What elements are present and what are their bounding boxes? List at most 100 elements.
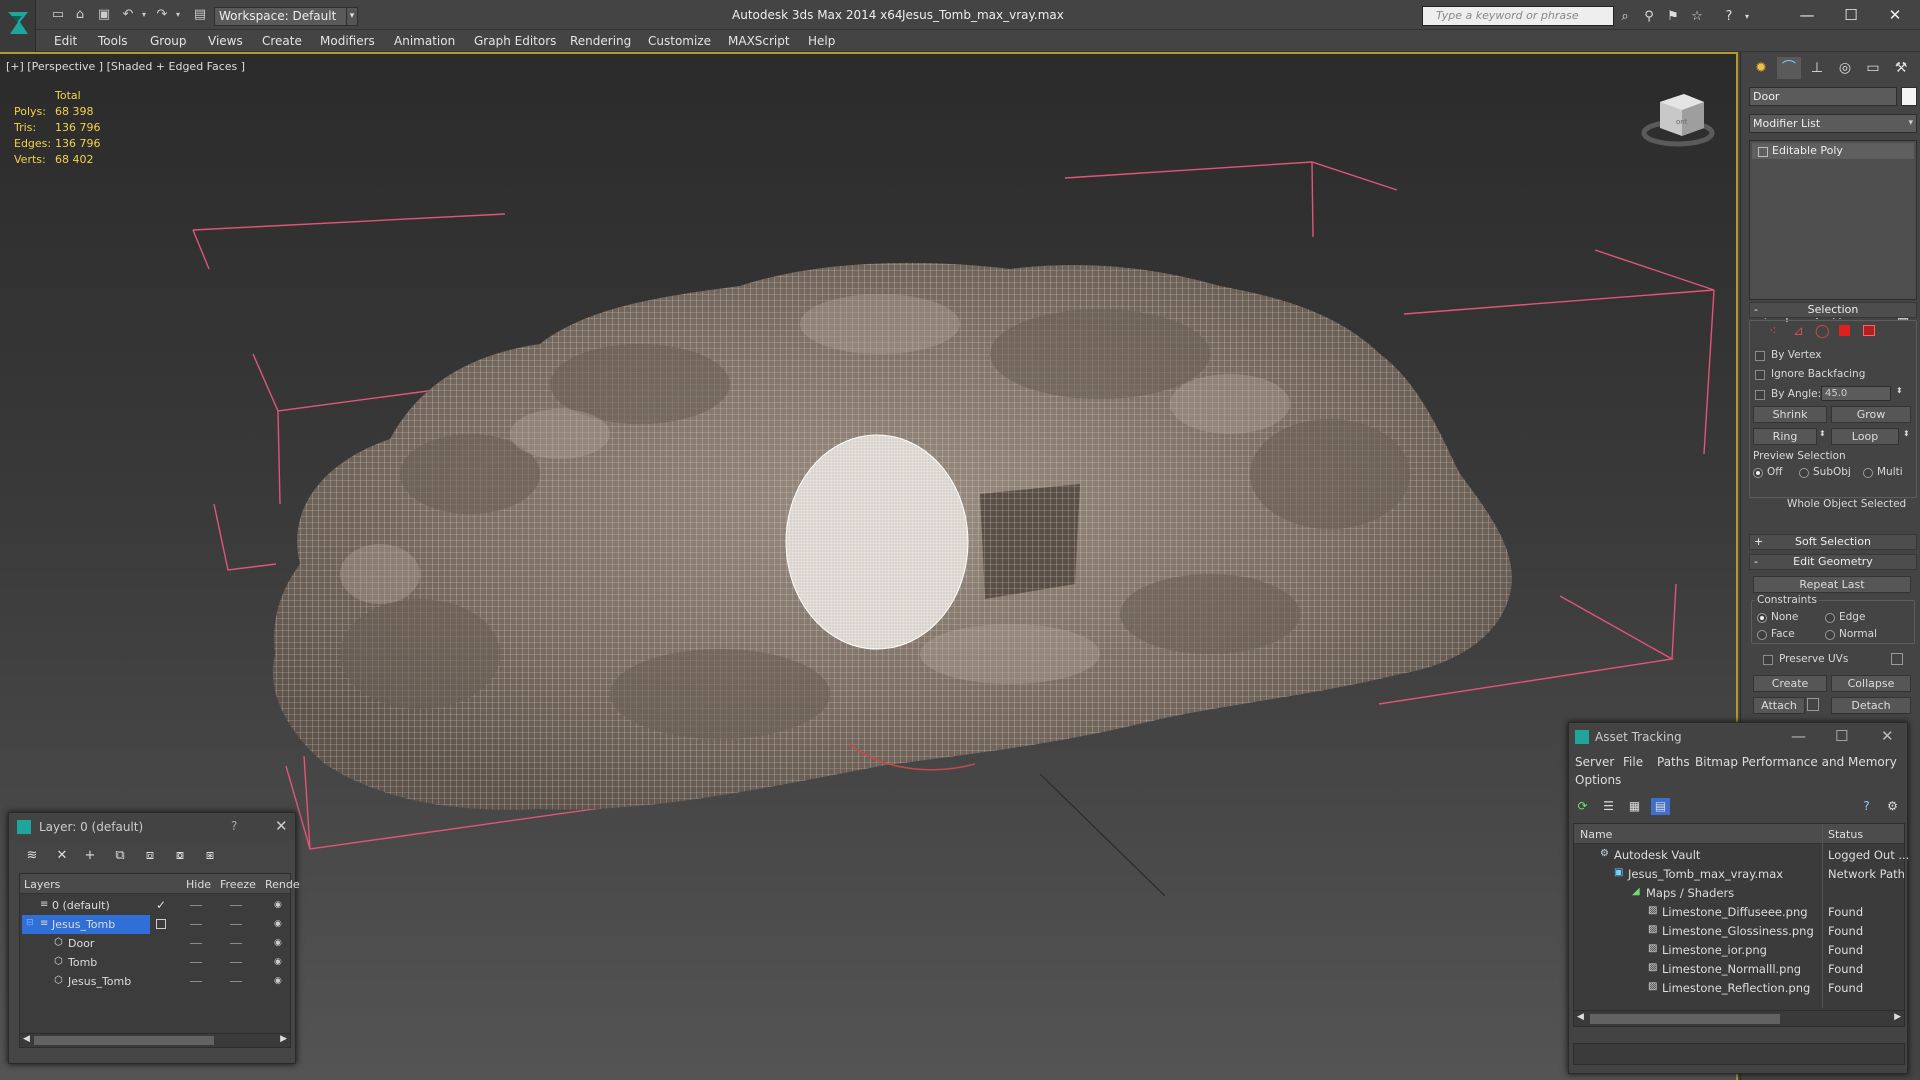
soft-selection-rollout-header[interactable]: + Soft Selection bbox=[1749, 534, 1917, 550]
scroll-thumb[interactable] bbox=[34, 1036, 214, 1045]
asset-menu-file[interactable]: File bbox=[1623, 755, 1643, 769]
viewport-label[interactable]: [+] [Perspective ] [Shaded + Edged Faces… bbox=[6, 60, 245, 73]
polygon-mode-icon[interactable] bbox=[1839, 325, 1850, 336]
redo-icon[interactable]: ↷ bbox=[154, 8, 170, 22]
quick-access-dropdown-icon[interactable]: ▾ bbox=[346, 7, 358, 26]
freeze-toggle[interactable] bbox=[230, 924, 242, 925]
subscription-center-icon[interactable]: ⚲ bbox=[1640, 9, 1658, 25]
freeze-toggle[interactable] bbox=[230, 962, 242, 963]
border-mode-icon[interactable]: ◯ bbox=[1815, 324, 1830, 339]
new-file-icon[interactable]: ▭ bbox=[50, 8, 66, 22]
freeze-toggle[interactable] bbox=[230, 981, 242, 982]
render-teapot-icon[interactable]: ◉ bbox=[274, 976, 282, 986]
grow-button[interactable]: Grow bbox=[1831, 406, 1911, 423]
refresh-icon[interactable]: ⟳ bbox=[1573, 798, 1592, 815]
col-name[interactable]: Name bbox=[1580, 828, 1612, 841]
asset-menu-paths[interactable]: Paths bbox=[1657, 755, 1690, 769]
angle-spinner[interactable]: 45.0 bbox=[1821, 386, 1891, 401]
menu-rendering[interactable]: Rendering bbox=[570, 34, 631, 48]
loop-button[interactable]: Loop bbox=[1831, 428, 1899, 445]
hide-toggle[interactable] bbox=[190, 981, 202, 982]
stack-item-editable-poly[interactable]: Editable Poly bbox=[1752, 143, 1914, 159]
hide-toggle[interactable] bbox=[190, 924, 202, 925]
help-icon[interactable]: ? bbox=[1720, 9, 1738, 25]
add-selected-to-layer-icon[interactable]: ⧉ bbox=[111, 847, 129, 865]
menu-tools[interactable]: Tools bbox=[98, 34, 128, 48]
table-view-icon[interactable]: ▤ bbox=[1651, 798, 1670, 815]
menu-views[interactable]: Views bbox=[208, 34, 243, 48]
layer-row[interactable]: ≡ 0 (default) ✓ ◉ bbox=[20, 896, 290, 915]
attach-button[interactable]: Attach bbox=[1753, 697, 1805, 714]
active-layer-check-icon[interactable]: ✓ bbox=[156, 898, 166, 912]
redo-dropdown-icon[interactable]: ▾ bbox=[170, 8, 186, 22]
asset-path-field[interactable] bbox=[1573, 1043, 1905, 1065]
edit-geometry-rollout-header[interactable]: - Edit Geometry bbox=[1749, 554, 1917, 570]
element-mode-icon[interactable] bbox=[1863, 325, 1875, 336]
object-name-field[interactable]: Door bbox=[1749, 87, 1897, 106]
maximize-button[interactable]: ☐ bbox=[1834, 4, 1868, 26]
col-render[interactable]: Rende bbox=[265, 878, 300, 891]
scroll-left-icon[interactable]: ◀ bbox=[23, 1034, 30, 1044]
asset-maximize-button[interactable]: ☐ bbox=[1835, 727, 1848, 745]
asset-row[interactable]: ▨ Limestone_Reflection.png Found bbox=[1574, 978, 1904, 997]
layer-dialog-close-button[interactable]: ✕ bbox=[275, 817, 288, 835]
asset-row[interactable]: ▨ Limestone_ior.png Found bbox=[1574, 940, 1904, 959]
vertex-mode-icon[interactable]: ⁖ bbox=[1769, 324, 1777, 339]
utilities-tab-icon[interactable]: ⚒ bbox=[1889, 57, 1913, 79]
layer-object-row[interactable]: ⬡ Door ◉ bbox=[20, 934, 290, 953]
menu-help[interactable]: Help bbox=[808, 34, 835, 48]
render-teapot-icon[interactable]: ◉ bbox=[274, 900, 282, 910]
constraint-edge-radio[interactable] bbox=[1825, 613, 1835, 623]
asset-row[interactable]: ◢ Maps / Shaders bbox=[1574, 883, 1904, 902]
scroll-left-icon[interactable]: ◀ bbox=[1577, 1012, 1584, 1022]
preview-multi-radio[interactable] bbox=[1863, 468, 1873, 478]
motion-tab-icon[interactable]: ◎ bbox=[1833, 57, 1857, 79]
freeze-toggle[interactable] bbox=[230, 905, 242, 906]
ignore-backfacing-checkbox[interactable] bbox=[1755, 370, 1765, 380]
asset-row[interactable]: ▨ Limestone_Diffuseee.png Found bbox=[1574, 902, 1904, 921]
workspace-dropdown[interactable]: Workspace: Default ▾ bbox=[214, 7, 356, 26]
layer-object-row[interactable]: ⬡ Jesus_Tomb ◉ bbox=[20, 972, 290, 991]
object-color-swatch[interactable] bbox=[1901, 87, 1917, 106]
search-input[interactable]: Type a keyword or phrase bbox=[1422, 6, 1614, 26]
menu-maxscript[interactable]: MAXScript bbox=[728, 34, 790, 48]
help-icon[interactable]: ? bbox=[1857, 798, 1876, 815]
menu-animation[interactable]: Animation bbox=[394, 34, 455, 48]
help-dropdown-icon[interactable]: ▾ bbox=[1738, 9, 1756, 25]
options-icon[interactable]: ⚙ bbox=[1883, 798, 1902, 815]
undo-icon[interactable]: ↶ bbox=[120, 8, 136, 22]
shrink-button[interactable]: Shrink bbox=[1753, 406, 1827, 423]
hide-toggle[interactable] bbox=[190, 905, 202, 906]
menu-modifiers[interactable]: Modifiers bbox=[320, 34, 375, 48]
collapse-button[interactable]: Collapse bbox=[1831, 675, 1911, 692]
loop-spinner-icon[interactable]: ⬍ bbox=[1903, 429, 1910, 438]
open-file-icon[interactable]: ⌂ bbox=[72, 8, 88, 22]
layer-dialog-titlebar[interactable]: Layer: 0 (default) ? ✕ bbox=[9, 813, 295, 841]
render-teapot-icon[interactable]: ◉ bbox=[274, 919, 282, 929]
edge-mode-icon[interactable]: ⊿ bbox=[1793, 324, 1804, 339]
asset-menu-server[interactable]: Server bbox=[1575, 755, 1614, 769]
app-logo-button[interactable] bbox=[0, 0, 36, 52]
asset-row[interactable]: ▨ Limestone_Glossiness.png Found bbox=[1574, 921, 1904, 940]
delete-layer-icon[interactable]: ✕ bbox=[53, 847, 71, 865]
layer-horizontal-scrollbar[interactable]: ◀ ▶ bbox=[20, 1033, 290, 1047]
menu-group[interactable]: Group bbox=[150, 34, 187, 48]
preserve-uvs-settings-icon[interactable] bbox=[1891, 653, 1903, 665]
active-layer-box-icon[interactable] bbox=[156, 919, 166, 929]
layer-list-icon[interactable]: ≋ bbox=[23, 847, 41, 865]
col-hide[interactable]: Hide bbox=[186, 878, 211, 891]
selection-rollout-header[interactable]: - Selection bbox=[1749, 302, 1917, 318]
ring-spinner-icon[interactable]: ⬍ bbox=[1819, 429, 1826, 438]
viewcube[interactable]: ont bbox=[1641, 94, 1715, 147]
menu-create[interactable]: Create bbox=[262, 34, 302, 48]
project-folder-icon[interactable]: ▤ bbox=[192, 8, 208, 22]
create-button[interactable]: Create bbox=[1753, 675, 1827, 692]
minimize-button[interactable]: — bbox=[1790, 4, 1824, 26]
thumbnail-view-icon[interactable]: ▦ bbox=[1625, 798, 1644, 815]
list-view-icon[interactable]: ☰ bbox=[1599, 798, 1618, 815]
preview-off-radio[interactable] bbox=[1753, 468, 1763, 478]
modifier-list-dropdown[interactable]: Modifier List ▾ bbox=[1749, 114, 1917, 133]
close-window-button[interactable]: ✕ bbox=[1878, 4, 1912, 26]
create-tab-sun-icon[interactable]: ✹ bbox=[1749, 57, 1773, 79]
asset-close-button[interactable]: ✕ bbox=[1881, 727, 1894, 745]
